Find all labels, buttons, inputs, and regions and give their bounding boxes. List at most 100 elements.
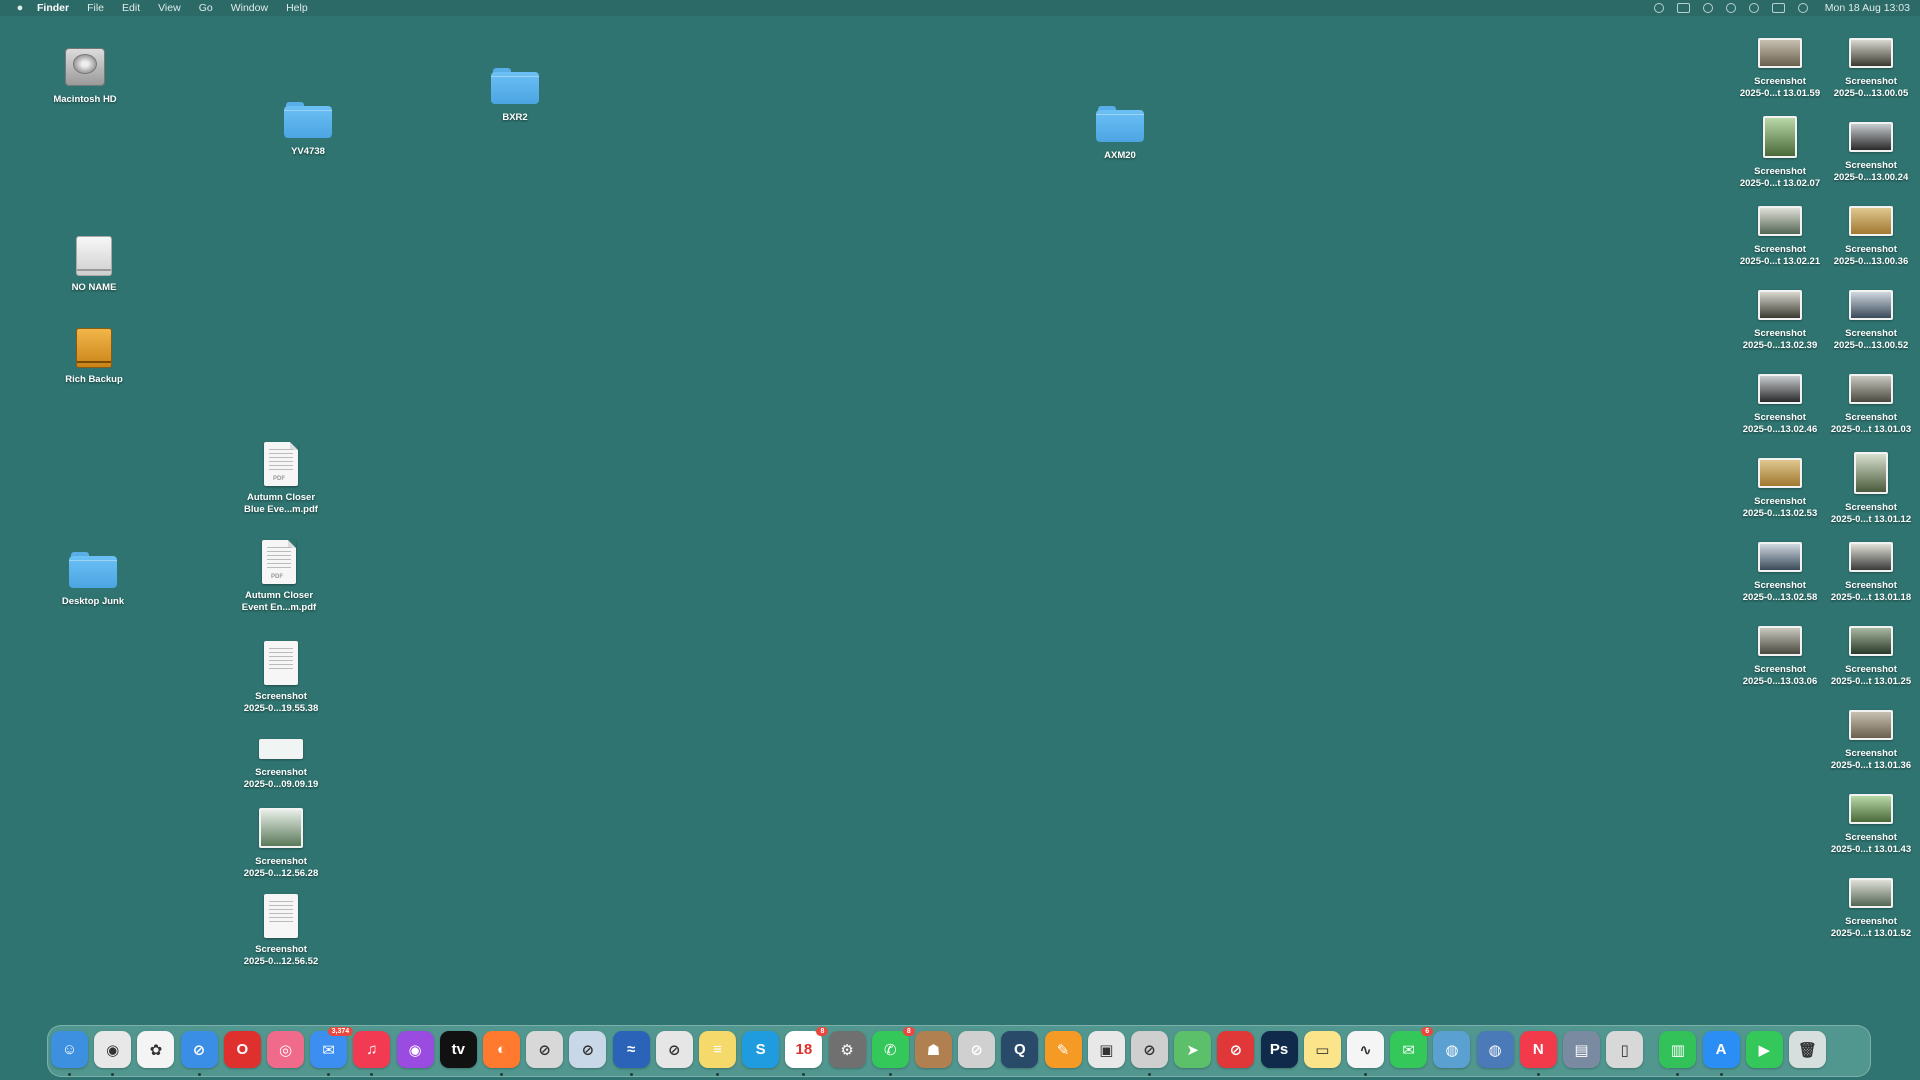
apple-menu-icon[interactable]: ●: [13, 1, 27, 15]
volume-rich-backup[interactable]: Rich Backup: [39, 324, 149, 386]
dock-opera-icon[interactable]: O: [223, 1031, 261, 1068]
dock-glyph: ⊘: [538, 1041, 551, 1059]
file-label-line2: 2025-0...t 13.01.43: [1830, 844, 1912, 855]
dock-glyph: ◐: [496, 1041, 507, 1058]
dock-glyph: ⊘: [970, 1041, 983, 1059]
screenshot-thumbnail-icon: [1763, 116, 1797, 158]
file-screenshot-195538[interactable]: Screenshot 2025-0...19.55.38: [226, 641, 336, 715]
screenshot-file[interactable]: Screenshot 2025-0...13.00.36: [1816, 198, 1920, 268]
folder-yv4738[interactable]: YV4738: [253, 100, 363, 158]
dock-skype-icon[interactable]: S: [742, 1031, 780, 1068]
screenshot-file[interactable]: Screenshot 2025-0...13.00.24: [1816, 114, 1920, 184]
dock-freeform-icon[interactable]: ∿: [1347, 1031, 1384, 1068]
menu-go[interactable]: Go: [199, 2, 213, 14]
screenshot-file[interactable]: Screenshot 2025-0...t 13.01.03: [1816, 366, 1920, 436]
menu-window[interactable]: Window: [231, 2, 268, 14]
dock-vpn-icon[interactable]: ◍: [1476, 1031, 1514, 1068]
dock-network-radar-icon[interactable]: ◍: [1433, 1031, 1471, 1068]
file-label-line2: 2025-0...12.56.28: [243, 868, 319, 879]
dock-app-blocked-1-icon[interactable]: ⊘: [526, 1031, 564, 1068]
screenshot-file[interactable]: Screenshot 2025-0...t 13.01.36: [1816, 702, 1920, 772]
dock-podcasts-icon[interactable]: ◉: [396, 1031, 434, 1068]
menu-finder[interactable]: Finder: [37, 2, 69, 14]
screenshot-file[interactable]: Screenshot 2025-0...t 13.01.18: [1816, 534, 1920, 604]
dock-finder-icon[interactable]: ☺: [51, 1031, 88, 1068]
file-autumn-closer-blue[interactable]: PDF Autumn Closer Blue Eve...m.pdf: [226, 442, 336, 516]
folder-axm20[interactable]: AXM20: [1065, 104, 1175, 162]
dock-contacts-icon[interactable]: ☗: [915, 1031, 952, 1068]
dock-trash-icon[interactable]: 🗑: [1789, 1031, 1826, 1068]
file-label-line2: 2025-0...13.00.52: [1833, 340, 1909, 351]
menu-clock[interactable]: Mon 18 Aug 13:03: [1825, 2, 1910, 14]
dock-iphone-mirroring-icon[interactable]: ▯: [1606, 1031, 1644, 1068]
volume-label: NO NAME: [71, 282, 117, 293]
dock-app-store-icon[interactable]: A: [1702, 1031, 1740, 1068]
screenshot-file[interactable]: Screenshot 2025-0...13.00.05: [1816, 30, 1920, 100]
menu-edit[interactable]: Edit: [122, 2, 140, 14]
menu-file[interactable]: File: [87, 2, 104, 14]
screenshot-thumbnail-icon: [259, 739, 303, 759]
dock-whatsapp-icon[interactable]: ✆ 8: [871, 1027, 915, 1068]
dock-music-icon[interactable]: ♫: [353, 1031, 391, 1068]
dock-app-blocked-4-icon[interactable]: ⊘: [958, 1031, 996, 1068]
dock-notes-icon[interactable]: ≡: [699, 1031, 736, 1068]
display-icon[interactable]: [1676, 3, 1690, 13]
file-autumn-closer-event[interactable]: PDF Autumn Closer Event En...m.pdf: [224, 540, 334, 614]
file-screenshot-125628[interactable]: Screenshot 2025-0...12.56.28: [226, 804, 336, 880]
dock-app-blocked-5-icon[interactable]: ⊘: [1131, 1031, 1168, 1068]
dock-calendar-icon[interactable]: 18 8: [785, 1027, 829, 1068]
wifi-icon[interactable]: [1702, 3, 1713, 13]
dock-system-settings-icon[interactable]: ⚙: [828, 1031, 866, 1068]
dock-stickies-icon[interactable]: ▭: [1303, 1031, 1341, 1068]
screenshot-thumbnail-icon: [1849, 290, 1893, 320]
dock-photoshop-icon[interactable]: Ps: [1260, 1031, 1298, 1068]
dock-numbers-icon[interactable]: ▥: [1659, 1031, 1697, 1068]
siri-icon[interactable]: [1797, 3, 1808, 13]
file-label-line2: 2025-0...t 13.01.52: [1830, 928, 1912, 939]
dock-preview-2-icon[interactable]: ▤: [1563, 1031, 1600, 1068]
dock-app-blocked-6-icon[interactable]: ⊘: [1217, 1031, 1255, 1068]
dock-facetime-icon[interactable]: ▶: [1745, 1031, 1783, 1068]
dock-preview-icon[interactable]: ▣: [1087, 1031, 1125, 1068]
time-machine-icon[interactable]: [1725, 3, 1736, 13]
dock-glyph: ▭: [1315, 1041, 1330, 1059]
dock-app-blocked-2-icon[interactable]: ⊘: [569, 1031, 607, 1068]
dock-glyph: ≈: [626, 1041, 636, 1058]
dock-glyph: ⊘: [192, 1041, 206, 1059]
screenshot-file[interactable]: Screenshot 2025-0...t 13.01.25: [1816, 618, 1920, 688]
volume-no-name[interactable]: NO NAME: [39, 232, 149, 294]
folder-bxr2[interactable]: BXR2: [460, 66, 570, 124]
screenshot-file[interactable]: Screenshot 2025-0...t 13.01.43: [1816, 786, 1920, 856]
screenshot-file[interactable]: Screenshot 2025-0...t 13.01.52: [1816, 870, 1920, 940]
dock-app-blocked-3-icon[interactable]: ⊘: [655, 1031, 693, 1068]
dock-mail-icon[interactable]: ✉ 3,374: [310, 1027, 354, 1068]
dock-firefox-icon[interactable]: ◐: [483, 1031, 520, 1068]
dock-news-icon[interactable]: N: [1519, 1031, 1557, 1068]
dock-maps-icon[interactable]: ➤: [1174, 1031, 1212, 1068]
file-label-line1: Screenshot: [1754, 166, 1806, 177]
dock-safari-icon[interactable]: ⊘: [180, 1031, 218, 1068]
dock-pages-icon[interactable]: ✎: [1044, 1031, 1082, 1068]
folder-desktop-junk[interactable]: Desktop Junk: [38, 550, 148, 608]
dock-photos-icon[interactable]: ✿: [137, 1031, 175, 1068]
file-label-line2: 2025-0...t 13.02.07: [1739, 178, 1821, 189]
dock-screens-icon[interactable]: ◎: [267, 1031, 304, 1068]
dock-glyph: ▣: [1099, 1041, 1114, 1059]
dock-pilot-icon[interactable]: ≈: [612, 1031, 650, 1068]
screenshot-file[interactable]: Screenshot 2025-0...t 13.01.12: [1816, 450, 1920, 526]
control-center-icon[interactable]: [1771, 3, 1785, 13]
file-screenshot-090919[interactable]: Screenshot 2025-0...09.09.19: [226, 726, 336, 791]
dock-quicktime-icon[interactable]: Q: [1001, 1031, 1039, 1068]
screenshot-file[interactable]: Screenshot 2025-0...13.00.52: [1816, 282, 1920, 352]
search-icon[interactable]: [1748, 3, 1759, 13]
menu-help[interactable]: Help: [286, 2, 308, 14]
dock-apple-tv-icon[interactable]: tv: [439, 1031, 477, 1068]
creative-cloud-icon[interactable]: [1653, 3, 1664, 13]
pdf-icon: PDF: [262, 540, 296, 584]
file-screenshot-125652[interactable]: Screenshot 2025-0...12.56.52: [226, 894, 336, 968]
menu-view[interactable]: View: [158, 2, 181, 14]
volume-macintosh-hd[interactable]: Macintosh HD: [30, 44, 140, 106]
dock-chrome-icon[interactable]: ◉: [94, 1031, 132, 1068]
dock-messages-icon[interactable]: ✉ 6: [1390, 1027, 1434, 1068]
file-label-line2: 2025-0...13.03.06: [1742, 676, 1818, 687]
